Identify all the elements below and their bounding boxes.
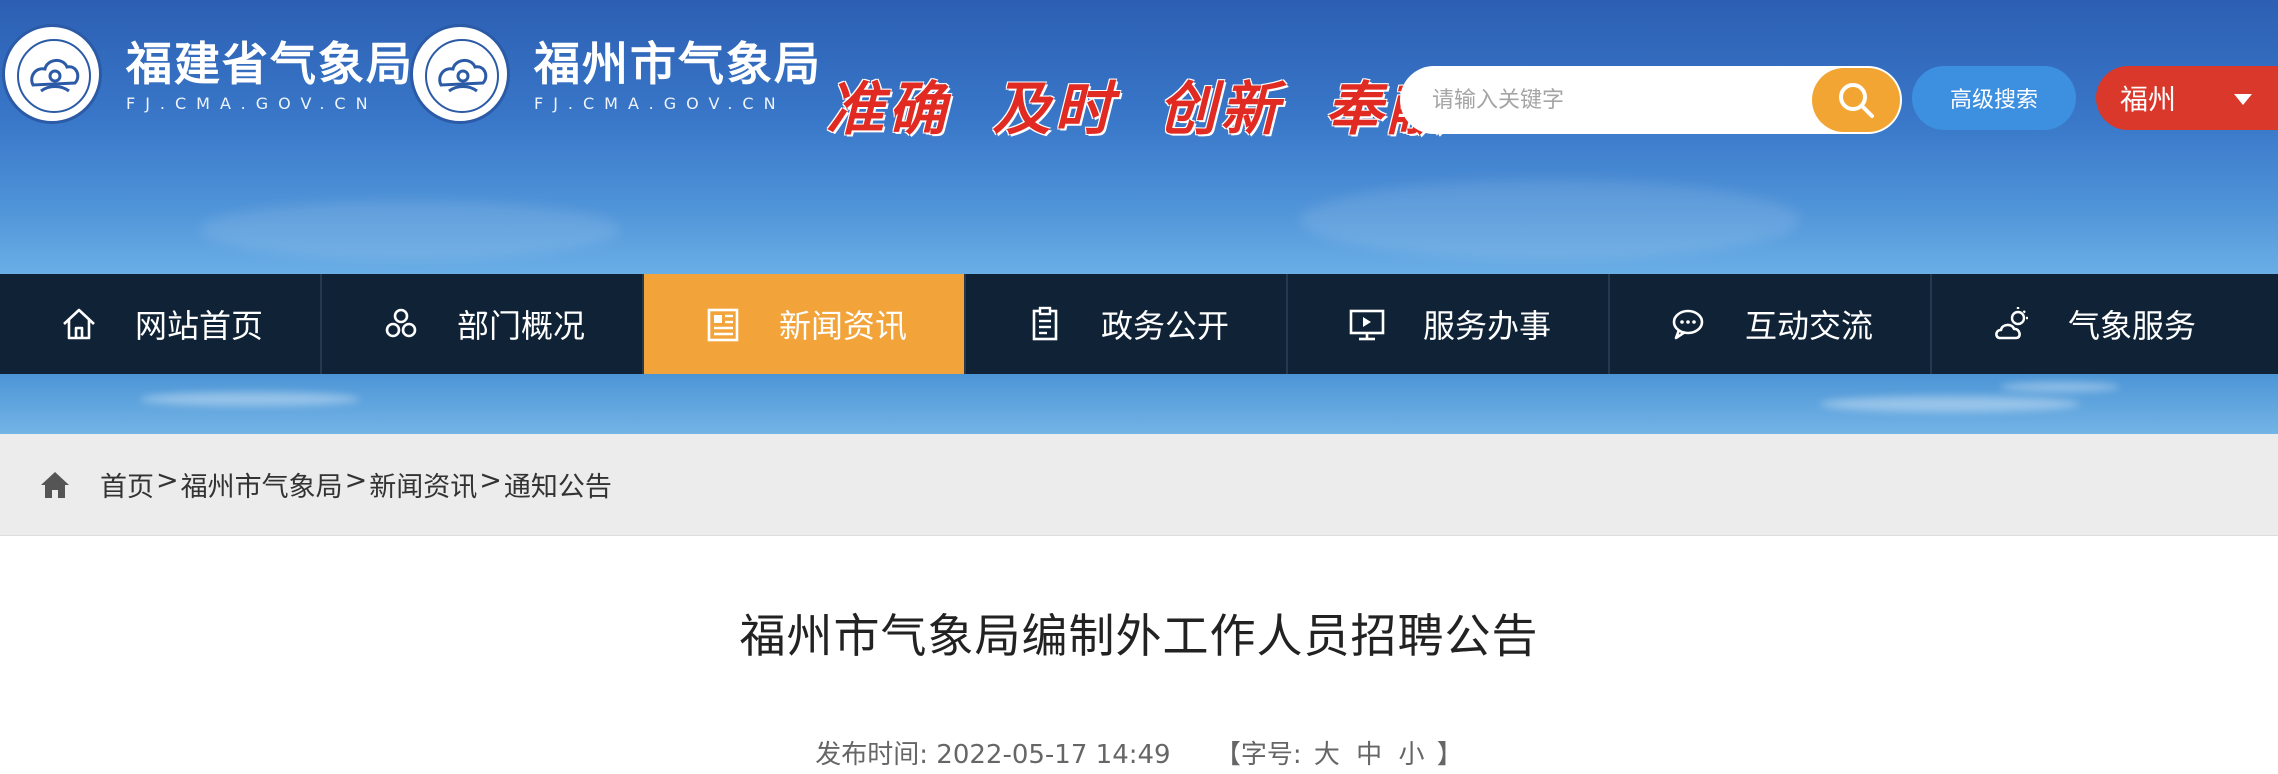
site-header: 福建省气象局 FJ.CMA.GOV.CN 福州市气象局 FJ.CMA.GOV.C… — [0, 0, 2278, 274]
nav-item-label: 政务公开 — [1100, 307, 1229, 345]
news-icon — [701, 302, 745, 346]
chat-icon — [1667, 302, 1711, 346]
main-nav: 网站首页 部门概况 新闻资讯 政务公开 服务办事 互动交流 气象服务 — [0, 274, 2278, 374]
search-box — [1400, 66, 1902, 134]
publish-time: 2022-05-17 14:49 — [936, 740, 1171, 770]
nav-item-label: 部门概况 — [456, 307, 585, 345]
nav-item-weather[interactable]: 气象服务 — [1932, 274, 2254, 374]
caret-down-icon — [2234, 94, 2252, 105]
breadcrumb-home[interactable]: 首页 — [100, 465, 154, 504]
breadcrumb-bureau[interactable]: 福州市气象局 — [181, 465, 343, 504]
font-size-medium[interactable]: 中 — [1356, 740, 1382, 770]
cloud-wisp — [1820, 396, 2080, 412]
city-select-value: 福州 — [2120, 83, 2177, 116]
nav-item-interaction[interactable]: 互动交流 — [1610, 274, 1932, 374]
font-size-small[interactable]: 小 — [1398, 740, 1424, 770]
nav-item-department[interactable]: 部门概况 — [322, 274, 644, 374]
article-meta: 发布时间: 2022-05-17 14:49 【字号: 大 中 小 】 — [0, 734, 2278, 771]
publish-label: 发布时间: — [815, 740, 929, 770]
breadcrumb-trail: 首页 > 福州市气象局 > 新闻资讯 > 通知公告 — [100, 465, 612, 504]
banner-strip — [0, 374, 2278, 434]
city-select[interactable]: 福州 — [2096, 66, 2278, 130]
nav-item-label: 网站首页 — [134, 307, 263, 345]
meteorology-seal-icon — [2, 24, 102, 124]
font-size-control: 【字号: 大 中 小 】 — [1215, 740, 1463, 770]
logo-domain: FJ.CMA.GOV.CN — [126, 93, 378, 113]
clipboard-icon — [1023, 302, 1067, 346]
nav-item-label: 气象服务 — [2067, 307, 2196, 345]
breadcrumb: 首页 > 福州市气象局 > 新闻资讯 > 通知公告 — [0, 434, 2278, 536]
breadcrumb-notices[interactable]: 通知公告 — [504, 465, 612, 504]
department-icon — [379, 302, 423, 346]
meteorology-seal-icon — [410, 24, 510, 124]
breadcrumb-separator: > — [479, 465, 502, 496]
font-size-label: 【字号: — [1214, 740, 1302, 770]
breadcrumb-separator: > — [344, 465, 368, 496]
breadcrumb-news[interactable]: 新闻资讯 — [369, 465, 477, 504]
search-icon — [1839, 83, 1874, 118]
nav-item-label: 服务办事 — [1422, 307, 1551, 345]
sky-cloud — [200, 200, 620, 260]
article-title: 福州市气象局编制外工作人员招聘公告 — [739, 609, 1539, 663]
nav-item-home[interactable]: 网站首页 — [0, 274, 322, 374]
logo-domain: FJ.CMA.GOV.CN — [534, 93, 786, 113]
search-button[interactable] — [1812, 68, 1900, 132]
home-icon[interactable] — [38, 468, 72, 502]
breadcrumb-separator: > — [156, 465, 179, 496]
monitor-icon — [1345, 302, 1389, 346]
font-size-bracket: 】 — [1436, 740, 1463, 770]
home-icon — [57, 302, 101, 346]
nav-item-government[interactable]: 政务公开 — [966, 274, 1288, 374]
weather-icon — [1990, 302, 2034, 346]
sky-cloud — [1300, 180, 1800, 260]
font-size-large[interactable]: 大 — [1314, 740, 1340, 770]
nav-item-label: 互动交流 — [1744, 307, 1873, 345]
search-input[interactable] — [1400, 66, 1812, 134]
logo-title: 福州市气象局 — [534, 36, 822, 91]
advanced-search-button[interactable]: 高级搜索 — [1912, 66, 2076, 130]
cloud-wisp — [140, 392, 360, 406]
logo-title: 福建省气象局 — [126, 36, 414, 91]
logo-city[interactable]: 福州市气象局 FJ.CMA.GOV.CN — [410, 22, 822, 126]
slogan: 准确 及时 创新 奉献 — [826, 75, 1449, 143]
nav-item-services[interactable]: 服务办事 — [1288, 274, 1610, 374]
cloud-wisp — [2000, 382, 2120, 392]
nav-item-label: 新闻资讯 — [778, 307, 907, 345]
nav-item-news[interactable]: 新闻资讯 — [644, 274, 966, 374]
logo-provincial[interactable]: 福建省气象局 FJ.CMA.GOV.CN — [2, 22, 414, 126]
